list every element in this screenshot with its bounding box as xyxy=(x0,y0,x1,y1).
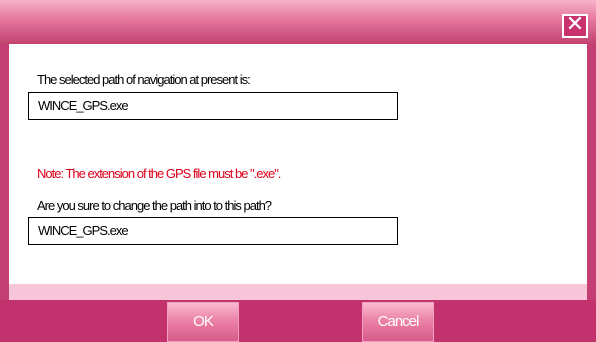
confirm-question: Are you sure to change the path into to … xyxy=(37,198,272,213)
selected-path-label: The selected path of navigation at prese… xyxy=(37,72,251,87)
footer-band xyxy=(9,284,587,300)
cancel-button[interactable]: Cancel xyxy=(362,302,434,342)
new-path-field: WINCE_GPS.exe xyxy=(28,217,398,245)
button-bar xyxy=(0,300,596,342)
close-button[interactable]: ✕ xyxy=(562,14,588,38)
title-bar xyxy=(0,0,596,44)
dialog-window: ✕ The selected path of navigation at pre… xyxy=(0,0,596,342)
close-icon: ✕ xyxy=(565,12,585,37)
ok-button[interactable]: OK xyxy=(167,302,239,342)
note-text: Note: The extension of the GPS file must… xyxy=(37,166,281,181)
selected-path-field: WINCE_GPS.exe xyxy=(28,92,398,120)
